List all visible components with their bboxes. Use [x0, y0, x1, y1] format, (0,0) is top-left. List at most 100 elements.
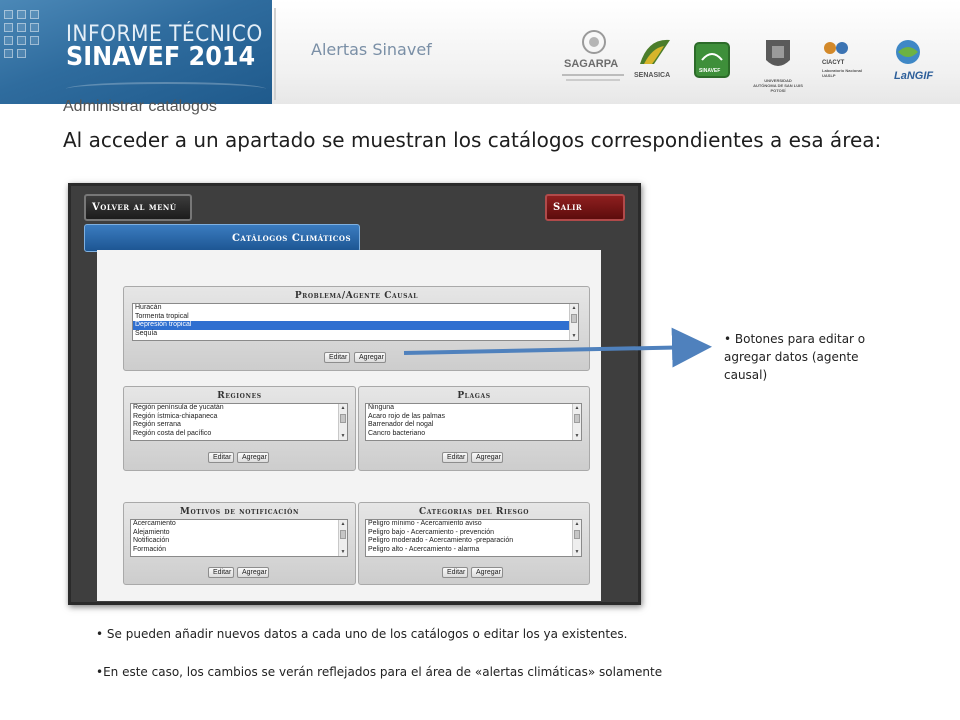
scroll-down-icon[interactable]: ▼: [339, 549, 347, 555]
catalog-app-window: Volver al menú Salir Catálogos Climático…: [68, 183, 641, 605]
scroll-up-icon[interactable]: ▲: [573, 521, 581, 527]
list-item[interactable]: Alejamiento: [131, 529, 347, 538]
list-item[interactable]: Región península de yucatán: [131, 404, 347, 413]
sinavef-emblem-icon: [701, 53, 723, 61]
uaslp-logo: UNIVERSIDAD AUTÓNOMA DE SAN LUIS POTOSÍ: [753, 36, 803, 93]
scroll-up-icon[interactable]: ▲: [573, 405, 581, 411]
scrollbar-thumb[interactable]: [340, 530, 346, 539]
add-button[interactable]: Agregar: [237, 567, 269, 578]
bullet-char: •: [96, 627, 104, 641]
senasica-logo-text: SENASICA: [634, 72, 671, 79]
sinavef-logo: SINAVEF: [694, 42, 730, 78]
add-button[interactable]: Agregar: [471, 452, 503, 463]
tab-climate-catalogs[interactable]: Catálogos Climáticos: [84, 224, 360, 252]
report-banner: INFORME TÉCNICO SINAVEF 2014: [0, 0, 272, 104]
ciacyt-emblem-icon: [824, 42, 848, 54]
ciacyt-logo-text: CIACYT: [822, 60, 845, 66]
panel-motivos-notificacion: Motivos de notificación Acercamiento Ale…: [123, 502, 356, 585]
panel-title: Motivos de notificación: [179, 507, 300, 517]
list-item[interactable]: Formación: [131, 546, 347, 555]
sagarpa-logo: SAGARPA: [560, 28, 628, 92]
edit-button[interactable]: Editar: [442, 567, 468, 578]
list-item[interactable]: Peligro alto - Acercamiento - alarma: [366, 546, 581, 555]
side-note-text: Botones para editar o agregar datos (age…: [724, 332, 866, 382]
scrollbar-thumb[interactable]: [574, 530, 580, 539]
banner-grid-decoration: [4, 10, 48, 70]
listbox-scrollbar[interactable]: ▲ ▼: [569, 304, 578, 340]
page-heading: Administrar catálogos: [63, 98, 217, 115]
list-item[interactable]: Barrenador del nogal: [366, 421, 581, 430]
list-item-selected[interactable]: Depresión tropical: [133, 321, 578, 330]
edit-button[interactable]: Editar: [324, 352, 350, 363]
listbox-categorias-riesgo[interactable]: Peligro mínimo - Acercamiento aviso Peli…: [365, 519, 582, 557]
list-item[interactable]: Acaro rojo de las palmas: [366, 413, 581, 422]
listbox-scrollbar[interactable]: ▲ ▼: [572, 404, 581, 440]
add-button[interactable]: Agregar: [471, 567, 503, 578]
edit-button[interactable]: Editar: [208, 452, 234, 463]
list-item[interactable]: Peligro moderado - Acercamiento -prepara…: [366, 537, 581, 546]
back-to-menu-button[interactable]: Volver al menú: [84, 194, 192, 221]
scroll-up-icon[interactable]: ▲: [339, 405, 347, 411]
scroll-down-icon[interactable]: ▼: [339, 433, 347, 439]
panel-title: Regiones: [217, 391, 262, 401]
add-button[interactable]: Agregar: [237, 452, 269, 463]
panel-regiones: Regiones Región península de yucatán Reg…: [123, 386, 356, 471]
panel-categorias-riesgo: Categorias del Riesgo Peligro mínimo - A…: [358, 502, 590, 585]
listbox-regiones[interactable]: Región península de yucatán Región ístmi…: [130, 403, 348, 441]
banner-wave-decoration: [66, 82, 266, 96]
listbox-motivos-notificacion[interactable]: Acercamiento Alejamiento Notificación Fo…: [130, 519, 348, 557]
panel-title: Plagas: [457, 391, 491, 401]
scrollbar-thumb[interactable]: [571, 314, 577, 323]
side-note: • Botones para editar o agregar datos (a…: [724, 330, 900, 384]
bullet-item-2: •En este caso, los cambios se verán refl…: [96, 665, 662, 679]
scroll-down-icon[interactable]: ▼: [573, 549, 581, 555]
list-item[interactable]: Cancro bacteriano: [366, 430, 581, 439]
list-item[interactable]: Tormenta tropical: [133, 313, 578, 322]
exit-button[interactable]: Salir: [545, 194, 625, 221]
panel-title: Categorias del Riesgo: [418, 507, 530, 517]
bullet-text: En este caso, los cambios se verán refle…: [103, 665, 663, 679]
listbox-scrollbar[interactable]: ▲ ▼: [338, 520, 347, 556]
catalog-content-area: Problema/Agente Causal Huracán Tormenta …: [97, 250, 601, 601]
section-label: Alertas Sinavef: [311, 40, 432, 59]
ciacyt-logo: CIACYT Laboratorio Nacional UASLP: [822, 38, 870, 88]
banner-title-line2: SINAVEF 2014: [66, 42, 256, 72]
bullet-item-1: • Se pueden añadir nuevos datos a cada u…: [96, 627, 628, 641]
scroll-down-icon[interactable]: ▼: [570, 333, 578, 339]
panel-title: Problema/Agente Causal: [294, 291, 419, 301]
uaslp-crest-icon: [766, 40, 790, 66]
list-item[interactable]: Sequía: [133, 330, 578, 339]
bullet-text: Se pueden añadir nuevos datos a cada uno…: [106, 627, 628, 641]
add-button[interactable]: Agregar: [354, 352, 386, 363]
senasica-emblem-icon: [640, 39, 670, 64]
list-item[interactable]: Peligro bajo - Acercamiento - prevención: [366, 529, 581, 538]
ciacyt-logo-subtext: Laboratorio Nacional UASLP: [822, 68, 863, 78]
list-item[interactable]: Notificación: [131, 537, 347, 546]
list-item[interactable]: Huracán: [133, 304, 578, 313]
list-item[interactable]: Región serrana: [131, 421, 347, 430]
edit-button[interactable]: Editar: [442, 452, 468, 463]
scroll-up-icon[interactable]: ▲: [570, 305, 578, 311]
list-item[interactable]: Ninguna: [366, 404, 581, 413]
panel-plagas: Plagas Ninguna Acaro rojo de las palmas …: [358, 386, 590, 471]
langif-globe-icon: [896, 40, 920, 64]
scrollbar-thumb[interactable]: [574, 414, 580, 423]
scroll-down-icon[interactable]: ▼: [573, 433, 581, 439]
list-item[interactable]: Acercamiento: [131, 520, 347, 529]
listbox-problema-agente[interactable]: Huracán Tormenta tropical Depresión trop…: [132, 303, 579, 341]
list-item[interactable]: Región ístmica-chiapaneca: [131, 413, 347, 422]
list-item[interactable]: Región costa del pacífico: [131, 430, 347, 439]
mexico-seal-icon: [582, 30, 606, 54]
edit-button[interactable]: Editar: [208, 567, 234, 578]
scrollbar-thumb[interactable]: [340, 414, 346, 423]
listbox-scrollbar[interactable]: ▲ ▼: [572, 520, 581, 556]
listbox-plagas[interactable]: Ninguna Acaro rojo de las palmas Barrena…: [365, 403, 582, 441]
scroll-up-icon[interactable]: ▲: [339, 521, 347, 527]
listbox-scrollbar[interactable]: ▲ ▼: [338, 404, 347, 440]
sagarpa-logo-text: SAGARPA: [564, 58, 619, 70]
list-item[interactable]: Peligro mínimo - Acercamiento aviso: [366, 520, 581, 529]
langif-logo: LaNGIF: [880, 38, 936, 88]
page-title: Al acceder a un apartado se muestran los…: [63, 128, 882, 152]
sinavef-logo-text: SINAVEF: [699, 68, 721, 74]
uaslp-logo-text: UNIVERSIDAD AUTÓNOMA DE SAN LUIS POTOSÍ: [753, 78, 803, 93]
